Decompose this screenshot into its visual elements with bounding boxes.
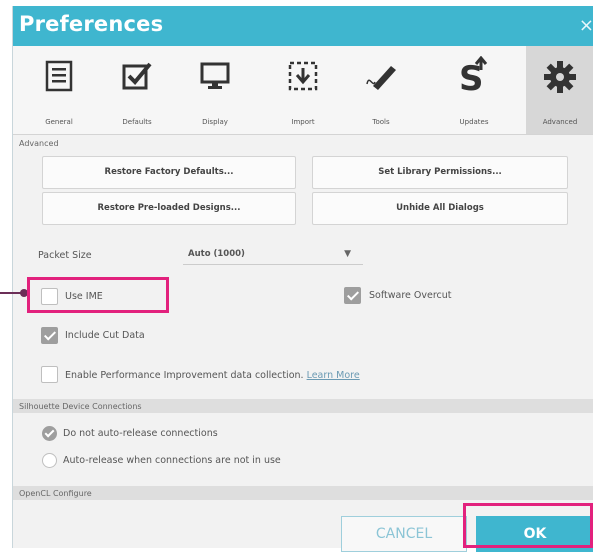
monitor-icon xyxy=(200,62,230,89)
tab-import[interactable]: Import xyxy=(269,46,337,134)
packet-size-select[interactable]: Auto (1000) ▼ xyxy=(183,246,363,265)
include-cut-data-label: Include Cut Data xyxy=(65,330,145,341)
set-library-permissions-button[interactable]: Set Library Permissions... xyxy=(312,156,568,189)
enable-performance-text: Enable Performance Improvement data coll… xyxy=(65,370,304,381)
tab-label: Updates xyxy=(459,118,489,126)
chevron-down-icon: ▼ xyxy=(344,249,351,259)
tab-label: Import xyxy=(291,118,315,126)
restore-preloaded-designs-button[interactable]: Restore Pre-loaded Designs... xyxy=(42,192,296,225)
software-overcut-checkbox[interactable] xyxy=(344,287,361,304)
checkbox-icon xyxy=(122,62,152,90)
tab-label: Display xyxy=(202,118,228,126)
tab-updates[interactable]: S Updates xyxy=(440,46,508,134)
updates-icon: S xyxy=(459,56,488,94)
enable-performance-checkbox[interactable] xyxy=(41,366,58,383)
unhide-all-dialogs-button[interactable]: Unhide All Dialogs xyxy=(312,192,568,225)
do-not-auto-release-radio[interactable] xyxy=(42,426,57,441)
gear-icon xyxy=(544,61,576,93)
preferences-toolbar: General Defaults Display Import Tools S … xyxy=(13,46,593,135)
opencl-section-bar: OpenCL Configure xyxy=(13,486,593,500)
auto-release-radio[interactable] xyxy=(42,453,57,468)
learn-more-link[interactable]: Learn More xyxy=(307,370,360,381)
ok-button-highlight xyxy=(463,503,593,548)
use-ime-highlight xyxy=(27,277,169,313)
list-icon xyxy=(45,60,73,92)
import-icon xyxy=(288,61,318,91)
auto-release-label: Auto-release when connections are not in… xyxy=(63,455,281,466)
restore-factory-defaults-button[interactable]: Restore Factory Defaults... xyxy=(42,156,296,189)
packet-size-label: Packet Size xyxy=(38,250,92,261)
opencl-label: OpenCL Configure xyxy=(19,489,92,498)
device-connections-label: Silhouette Device Connections xyxy=(19,402,142,411)
title-bar: Preferences × xyxy=(13,6,593,46)
tab-general[interactable]: General xyxy=(25,46,93,134)
tab-label: Defaults xyxy=(122,118,152,126)
do-not-auto-release-label: Do not auto-release connections xyxy=(63,428,218,439)
tab-defaults[interactable]: Defaults xyxy=(103,46,171,134)
pen-icon xyxy=(366,66,396,90)
cancel-button[interactable]: CANCEL xyxy=(341,516,467,552)
software-overcut-label: Software Overcut xyxy=(369,290,452,301)
enable-performance-label: Enable Performance Improvement data coll… xyxy=(65,370,360,381)
tab-tools[interactable]: Tools xyxy=(347,46,415,134)
tab-advanced[interactable]: Advanced xyxy=(526,46,593,134)
packet-size-value: Auto (1000) xyxy=(188,249,245,259)
tab-label: Advanced xyxy=(542,118,578,126)
tab-label: General xyxy=(45,118,73,126)
close-icon[interactable]: × xyxy=(579,15,593,36)
advanced-section-label: Advanced xyxy=(19,139,59,148)
tab-display[interactable]: Display xyxy=(181,46,249,134)
device-connections-section-bar: Silhouette Device Connections xyxy=(13,399,593,413)
tab-label: Tools xyxy=(372,118,390,126)
include-cut-data-checkbox[interactable] xyxy=(41,327,58,344)
window-title: Preferences xyxy=(19,12,164,36)
